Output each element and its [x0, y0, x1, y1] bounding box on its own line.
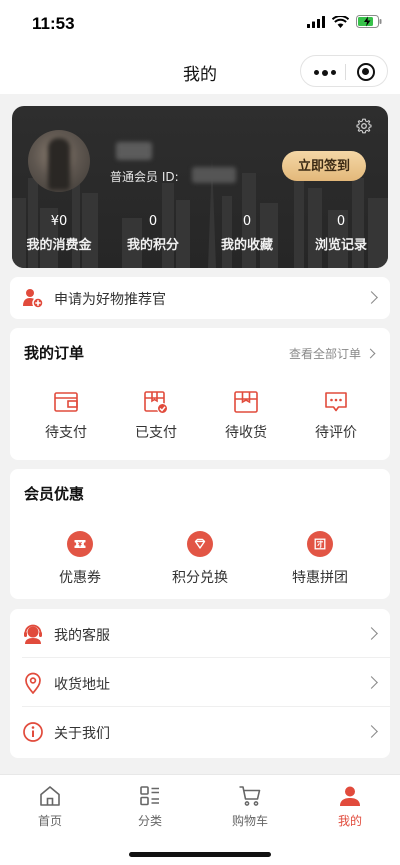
member-id-redacted: [192, 167, 236, 183]
chevron-right-icon: [365, 627, 378, 640]
info-icon: [23, 722, 43, 742]
mini-program-capsule: [300, 55, 388, 87]
paid-box-icon: [144, 391, 168, 414]
order-status-grid: 待支付 已支付 待收货 待评价: [10, 390, 390, 442]
order-status-label: 待评价: [315, 425, 357, 441]
stat-points[interactable]: 0 我的积分: [106, 214, 200, 260]
view-all-label: 查看全部订单: [288, 347, 361, 361]
tab-mine[interactable]: 我的: [310, 785, 390, 829]
category-icon: [140, 786, 159, 806]
avatar[interactable]: [28, 130, 90, 192]
chevron-right-icon: [365, 291, 378, 304]
view-all-orders-link[interactable]: 查看全部订单: [288, 345, 376, 362]
stat-value: 0: [148, 214, 158, 229]
stat-browse-history[interactable]: 0 浏览记录: [294, 214, 388, 260]
username-redacted: [116, 142, 152, 160]
apply-recommender-label: 申请为好物推荐官: [54, 292, 166, 308]
package-icon: [234, 391, 258, 413]
gear-icon[interactable]: [356, 118, 372, 134]
chevron-right-icon: [365, 348, 376, 359]
benefit-points-exchange[interactable]: 积分兑换: [140, 531, 260, 587]
wallet-icon: [54, 392, 78, 412]
stat-label: 我的收藏: [220, 238, 273, 253]
stat-value: ¥0: [50, 214, 68, 229]
customer-service-label: 我的客服: [54, 628, 110, 644]
close-miniprogram-icon[interactable]: [357, 63, 375, 81]
user-add-icon: [23, 289, 44, 309]
signal-icon: [307, 15, 325, 28]
home-indicator: [129, 852, 271, 857]
shipping-address-row[interactable]: 收货地址: [10, 658, 390, 707]
about-us-label: 关于我们: [54, 726, 110, 742]
order-status-label: 待收货: [225, 425, 267, 441]
service-list-card: 我的客服 收货地址 关于我们: [10, 609, 390, 758]
stat-label: 我的积分: [126, 238, 179, 253]
cart-icon: [239, 786, 261, 806]
order-pending-delivery[interactable]: 待收货: [201, 390, 291, 442]
tab-home[interactable]: 首页: [10, 785, 90, 829]
shipping-address-label: 收货地址: [54, 677, 110, 693]
benefits-grid: 优惠券 积分兑换 特惠拼团: [10, 531, 390, 587]
chevron-right-icon: [365, 725, 378, 738]
home-icon: [40, 786, 60, 806]
tab-label: 首页: [37, 814, 62, 828]
stats-row: ¥0 我的消费金 0 我的积分 0 我的收藏 0 浏览记录: [12, 214, 388, 260]
order-status-label: 待支付: [45, 425, 87, 441]
stat-consumption-credit[interactable]: ¥0 我的消费金: [12, 214, 106, 260]
tab-category[interactable]: 分类: [110, 785, 190, 829]
member-level-label: 普通会员 ID:: [110, 170, 179, 184]
order-pending-payment[interactable]: 待支付: [21, 390, 111, 442]
chevron-right-icon: [365, 676, 378, 689]
group-icon: [314, 538, 326, 550]
stat-label: 我的消费金: [26, 238, 92, 253]
status-bar: 11:53: [0, 0, 400, 48]
stat-value: 0: [336, 214, 346, 229]
profile-card: 普通会员 ID: 立即签到 ¥0 我的消费金 0 我的积分 0 我的收藏 0 浏…: [12, 106, 388, 268]
signin-button[interactable]: 立即签到: [282, 151, 366, 181]
headset-icon: [24, 624, 42, 644]
comment-icon: [325, 392, 347, 412]
status-time: 11:53: [32, 14, 75, 33]
tab-label: 分类: [137, 814, 162, 828]
benefit-coupons[interactable]: 优惠券: [20, 531, 140, 587]
tab-label: 购物车: [231, 814, 268, 828]
tab-cart[interactable]: 购物车: [210, 785, 290, 829]
ticket-icon: [74, 540, 86, 548]
benefit-label: 积分兑换: [172, 570, 228, 586]
benefit-group-buy[interactable]: 特惠拼团: [260, 531, 380, 587]
battery-charging-icon: [356, 15, 382, 28]
tab-label: 我的: [337, 814, 362, 828]
nav-bar: 我的: [0, 48, 400, 94]
orders-title: 我的订单: [24, 344, 85, 362]
order-status-label: 已支付: [135, 425, 177, 441]
order-paid[interactable]: 已支付: [111, 390, 201, 442]
diamond-icon: [194, 538, 206, 549]
apply-recommender-row[interactable]: 申请为好物推荐官: [10, 277, 390, 319]
about-us-row[interactable]: 关于我们: [10, 707, 390, 756]
benefit-label: 优惠券: [59, 570, 101, 586]
orders-card: 我的订单 查看全部订单 待支付 已支付 待收货 待评价: [10, 328, 390, 460]
benefits-title: 会员优惠: [24, 485, 85, 503]
member-benefits-card: 会员优惠 优惠券 积分兑换 特惠拼团: [10, 469, 390, 599]
customer-service-row[interactable]: 我的客服: [10, 609, 390, 658]
more-menu-icon[interactable]: [314, 69, 336, 76]
status-icons: [307, 15, 382, 28]
stat-favorites[interactable]: 0 我的收藏: [200, 214, 294, 260]
stat-value: 0: [242, 214, 252, 229]
order-pending-review[interactable]: 待评价: [291, 390, 381, 442]
stat-label: 浏览记录: [314, 238, 367, 253]
benefit-label: 特惠拼团: [292, 570, 348, 586]
capsule-divider: [345, 64, 346, 80]
wifi-icon: [332, 15, 349, 28]
user-icon: [340, 786, 360, 806]
location-pin-icon: [25, 672, 41, 694]
